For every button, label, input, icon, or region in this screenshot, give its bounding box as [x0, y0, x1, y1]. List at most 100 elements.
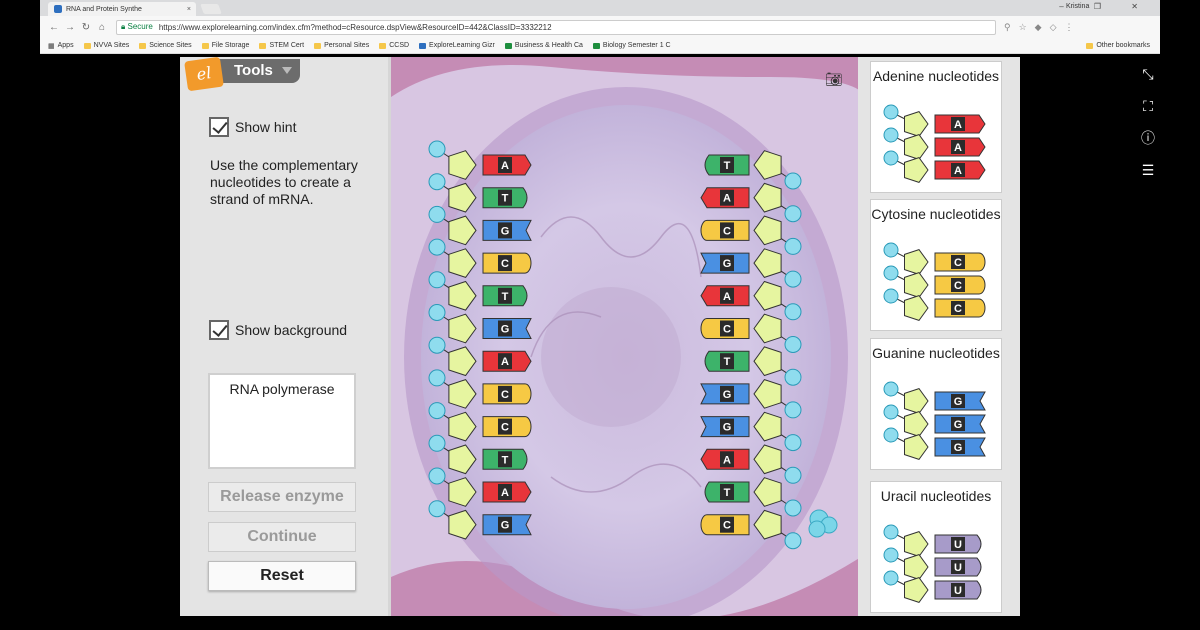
nitrogen-base[interactable]: C: [700, 219, 750, 241]
nitrogen-base[interactable]: C: [482, 252, 532, 274]
nitrogen-base[interactable]: G: [934, 437, 986, 457]
guanine-nucleotides[interactable]: GGG: [871, 379, 1001, 469]
bookmark-item[interactable]: STEM Cert: [259, 42, 304, 49]
bookmark-item[interactable]: NVVA Sites: [83, 42, 129, 49]
nitrogen-base[interactable]: G: [482, 514, 532, 536]
adenine-panel[interactable]: Adenine nucleotides AAA: [870, 61, 1002, 193]
nitrogen-base[interactable]: A: [934, 114, 986, 134]
nitrogen-base[interactable]: A: [934, 137, 986, 157]
reload-icon[interactable]: ↻: [78, 22, 94, 33]
nitrogen-base[interactable]: C: [482, 416, 532, 438]
guanine-panel[interactable]: Guanine nucleotides GGG: [870, 338, 1002, 470]
nitrogen-base[interactable]: T: [482, 187, 528, 209]
nitrogen-base[interactable]: T: [482, 285, 528, 307]
nitrogen-base[interactable]: U: [934, 557, 982, 577]
nitrogen-base[interactable]: G: [934, 414, 986, 434]
back-arrow-icon[interactable]: ←: [46, 22, 62, 33]
show-hint-checkbox[interactable]: [209, 117, 229, 137]
phosphate: [883, 381, 899, 397]
nitrogen-base[interactable]: T: [704, 481, 750, 503]
forward-arrow-icon[interactable]: →: [62, 22, 78, 33]
adenine-nucleotides[interactable]: AAA: [871, 102, 1001, 192]
free-nucleotide[interactable]: G: [883, 381, 986, 414]
phosphate: [428, 205, 446, 223]
nitrogen-base[interactable]: G: [700, 383, 750, 405]
nitrogen-base[interactable]: C: [700, 514, 750, 536]
fullscreen-icon[interactable]: ⛶: [1136, 90, 1160, 122]
cytosine-nucleotides[interactable]: CCC: [871, 240, 1001, 330]
nitrogen-base[interactable]: U: [934, 580, 982, 600]
nitrogen-base[interactable]: C: [934, 275, 986, 295]
url-field[interactable]: 🔒︎ Secure https://www.explorelearning.co…: [116, 19, 996, 35]
bookmark-item[interactable]: ▦ Apps: [48, 42, 74, 50]
enzyme-bin[interactable]: RNA polymerase: [208, 373, 356, 469]
nitrogen-base[interactable]: G: [934, 391, 986, 411]
bookmark-item[interactable]: Personal Sites: [314, 42, 369, 49]
continue-button[interactable]: Continue: [208, 522, 356, 552]
base-letter: G: [501, 324, 510, 336]
nitrogen-base[interactable]: T: [482, 448, 528, 470]
nitrogen-base[interactable]: C: [482, 383, 532, 405]
tools-menu[interactable]: Tools el: [184, 56, 302, 92]
phosphate: [883, 547, 899, 563]
settings-sliders-icon[interactable]: ☰: [1136, 154, 1160, 186]
tab-bar: RNA and Protein Synthe × Kristina – ❐ ✕: [40, 0, 1160, 16]
nucleus-scene[interactable]: A T G C T G A C C T A G T A C G A C T G G A T C 📷︎: [388, 57, 858, 616]
base-letter: A: [954, 119, 962, 131]
free-nucleotide[interactable]: C: [883, 242, 986, 275]
nitrogen-base[interactable]: C: [934, 298, 986, 318]
nitrogen-base[interactable]: A: [482, 481, 532, 503]
bookmark-item[interactable]: ExploreLearning Gizr: [419, 42, 495, 49]
new-tab-button[interactable]: [200, 4, 222, 14]
bookmark-item[interactable]: Science Sites: [139, 42, 192, 49]
nitrogen-base[interactable]: T: [704, 350, 750, 372]
bookmark-item[interactable]: File Storage: [201, 42, 249, 49]
chevron-down-icon: [282, 67, 292, 74]
nitrogen-base[interactable]: G: [482, 318, 532, 339]
phosphate: [883, 288, 899, 304]
nitrogen-base[interactable]: A: [482, 350, 532, 372]
nitrogen-base[interactable]: G: [700, 416, 750, 438]
free-nucleotide[interactable]: A: [883, 104, 986, 137]
window-controls[interactable]: – ❐ ✕: [1059, 2, 1152, 11]
extension-icon[interactable]: ◇: [1050, 22, 1057, 33]
sugar: [904, 531, 929, 557]
bookmark-label: Business & Health Ca: [514, 42, 583, 49]
other-bookmarks[interactable]: Other bookmarks: [1086, 42, 1150, 49]
reset-button[interactable]: Reset: [208, 561, 356, 591]
camera-icon[interactable]: 📷︎: [825, 71, 843, 88]
uracil-nucleotides[interactable]: UUU: [871, 522, 1001, 612]
bookmark-item[interactable]: Biology Semester 1 C: [592, 42, 671, 49]
bookmark-item[interactable]: CCSD: [379, 42, 409, 49]
collapse-icon[interactable]: ⤡: [1136, 58, 1160, 90]
release-enzyme-button[interactable]: Release enzyme: [208, 482, 356, 512]
panel-title: Cytosine nucleotides: [871, 206, 1001, 222]
bookmark-item[interactable]: Business & Health Ca: [504, 42, 583, 49]
extension-icon[interactable]: ◆: [1035, 22, 1042, 33]
show-background-checkbox[interactable]: [209, 320, 229, 340]
nitrogen-base[interactable]: U: [934, 534, 982, 554]
nitrogen-base[interactable]: G: [482, 219, 532, 241]
dna-canvas[interactable]: A T G C T G A C C T A G T A C G A C T G G A T C: [391, 57, 858, 616]
star-icon[interactable]: ☆: [1019, 22, 1027, 33]
show-hint-toggle[interactable]: Show hint: [209, 117, 296, 137]
show-background-toggle[interactable]: Show background: [209, 320, 347, 340]
nitrogen-base[interactable]: A: [934, 160, 986, 180]
zoom-icon[interactable]: ⚲: [1004, 22, 1011, 33]
home-icon[interactable]: ⌂: [94, 22, 110, 33]
nitrogen-base[interactable]: C: [700, 318, 750, 339]
nitrogen-base[interactable]: G: [700, 252, 750, 274]
free-nucleotide[interactable]: U: [883, 524, 982, 557]
nitrogen-base[interactable]: C: [934, 252, 986, 272]
tab-close-icon[interactable]: ×: [187, 6, 191, 13]
uracil-panel[interactable]: Uracil nucleotides UUU: [870, 481, 1002, 613]
browser-tab[interactable]: RNA and Protein Synthe ×: [48, 2, 196, 16]
nitrogen-base[interactable]: T: [704, 154, 750, 176]
nitrogen-base[interactable]: A: [482, 154, 532, 176]
nitrogen-base[interactable]: A: [700, 285, 750, 307]
menu-dots-icon[interactable]: ⋮: [1065, 22, 1074, 33]
nitrogen-base[interactable]: A: [700, 448, 750, 470]
nitrogen-base[interactable]: A: [700, 187, 750, 209]
cytosine-panel[interactable]: Cytosine nucleotides CCC: [870, 199, 1002, 331]
info-icon[interactable]: ⓘ: [1136, 122, 1160, 154]
